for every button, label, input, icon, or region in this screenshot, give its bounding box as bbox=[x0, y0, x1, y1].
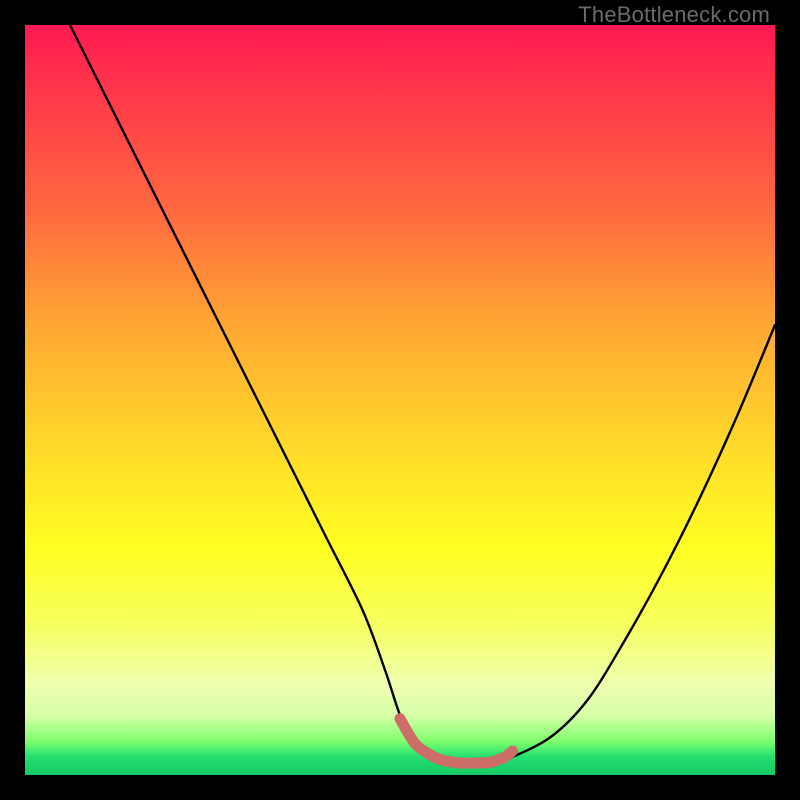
plot-area bbox=[25, 25, 775, 775]
background-gradient bbox=[25, 25, 775, 775]
chart-frame: TheBottleneck.com bbox=[0, 0, 800, 800]
